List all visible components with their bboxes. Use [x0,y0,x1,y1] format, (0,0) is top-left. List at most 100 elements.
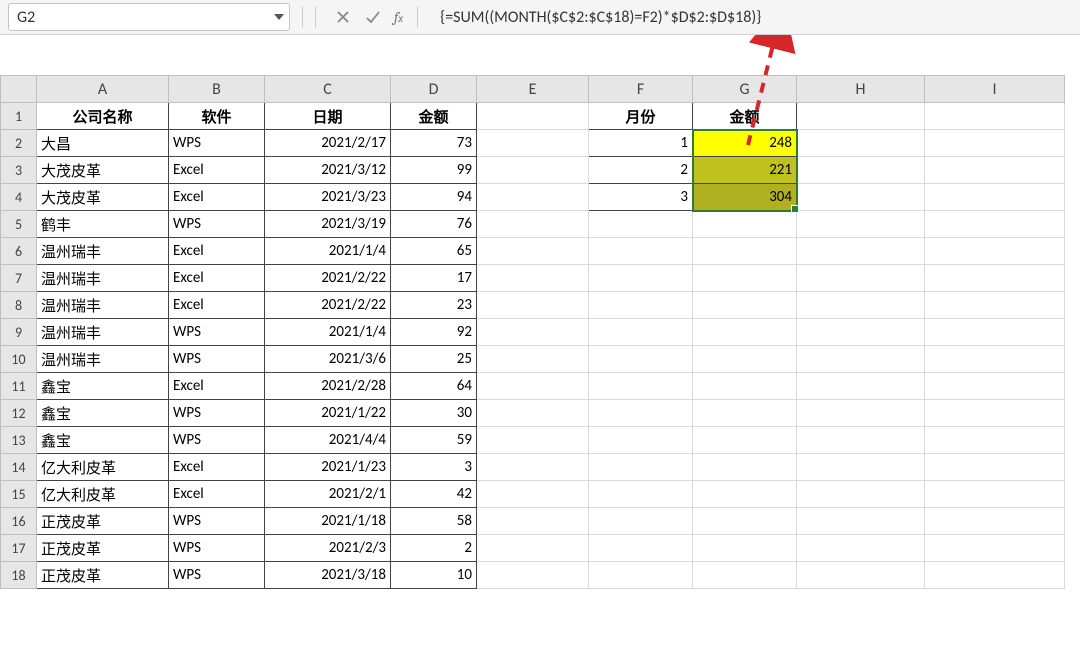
cell-amount[interactable]: 94 [391,184,477,211]
header-amount[interactable]: 金额 [391,103,477,130]
empty-cell[interactable] [477,103,589,130]
cell-software[interactable]: Excel [169,184,265,211]
header-software[interactable]: 软件 [169,103,265,130]
name-box[interactable] [9,4,269,30]
row-header[interactable]: 15 [1,481,37,508]
cell-company[interactable]: 大茂皮革 [37,184,169,211]
cell-amount[interactable]: 99 [391,157,477,184]
cell-company[interactable]: 鹤丰 [37,211,169,238]
empty-cell[interactable] [925,130,1065,157]
cell-amount[interactable]: 17 [391,265,477,292]
cell-company[interactable]: 大茂皮革 [37,157,169,184]
empty-cell[interactable] [477,535,589,562]
cell-date[interactable]: 2021/2/1 [265,481,391,508]
empty-cell[interactable] [477,481,589,508]
col-header-B[interactable]: B [169,76,265,103]
empty-cell[interactable] [693,508,797,535]
cell-software[interactable]: WPS [169,508,265,535]
cell-amount[interactable]: 58 [391,508,477,535]
empty-cell[interactable] [925,103,1065,130]
empty-cell[interactable] [693,292,797,319]
header-date[interactable]: 日期 [265,103,391,130]
empty-cell[interactable] [477,130,589,157]
cell-amount[interactable]: 59 [391,427,477,454]
cell-company[interactable]: 温州瑞丰 [37,319,169,346]
row-header[interactable]: 6 [1,238,37,265]
empty-cell[interactable] [925,508,1065,535]
empty-cell[interactable] [797,535,925,562]
empty-cell[interactable] [477,562,589,589]
row-header[interactable]: 2 [1,130,37,157]
cell-date[interactable]: 2021/2/3 [265,535,391,562]
cell-software[interactable]: WPS [169,319,265,346]
empty-cell[interactable] [589,346,693,373]
cell-software[interactable]: WPS [169,346,265,373]
empty-cell[interactable] [477,211,589,238]
empty-cell[interactable] [797,211,925,238]
empty-cell[interactable] [925,400,1065,427]
empty-cell[interactable] [589,319,693,346]
cell-date[interactable]: 2021/2/22 [265,265,391,292]
cell-company[interactable]: 温州瑞丰 [37,265,169,292]
cell-software[interactable]: WPS [169,562,265,589]
cancel-icon[interactable] [328,4,358,30]
empty-cell[interactable] [693,211,797,238]
col-header-D[interactable]: D [391,76,477,103]
cell-software[interactable]: WPS [169,400,265,427]
cell-amount[interactable]: 73 [391,130,477,157]
empty-cell[interactable] [589,400,693,427]
empty-cell[interactable] [797,319,925,346]
empty-cell[interactable] [797,265,925,292]
cell-software[interactable]: Excel [169,157,265,184]
empty-cell[interactable] [925,319,1065,346]
cell-amount[interactable]: 10 [391,562,477,589]
cell-date[interactable]: 2021/3/19 [265,211,391,238]
empty-cell[interactable] [589,292,693,319]
empty-cell[interactable] [693,427,797,454]
cell-company[interactable]: 正茂皮革 [37,562,169,589]
cell-company[interactable]: 温州瑞丰 [37,346,169,373]
empty-cell[interactable] [797,454,925,481]
empty-cell[interactable] [589,508,693,535]
empty-cell[interactable] [589,427,693,454]
cell-software[interactable]: WPS [169,211,265,238]
cell-date[interactable]: 2021/2/28 [265,373,391,400]
cell-date[interactable]: 2021/3/12 [265,157,391,184]
empty-cell[interactable] [589,562,693,589]
empty-cell[interactable] [925,373,1065,400]
cell-amount[interactable]: 25 [391,346,477,373]
empty-cell[interactable] [797,562,925,589]
cell-company[interactable]: 大昌 [37,130,169,157]
empty-cell[interactable] [477,427,589,454]
cell-amount[interactable]: 23 [391,292,477,319]
empty-cell[interactable] [925,454,1065,481]
col-header-C[interactable]: C [265,76,391,103]
cell-date[interactable]: 2021/3/18 [265,562,391,589]
cell-company[interactable]: 正茂皮革 [37,535,169,562]
cell-company[interactable]: 正茂皮革 [37,508,169,535]
empty-cell[interactable] [797,346,925,373]
cell-amount[interactable]: 2 [391,535,477,562]
empty-cell[interactable] [797,292,925,319]
empty-cell[interactable] [797,184,925,211]
cell-amount[interactable]: 65 [391,238,477,265]
empty-cell[interactable] [797,103,925,130]
cell-date[interactable]: 2021/4/4 [265,427,391,454]
empty-cell[interactable] [925,265,1065,292]
row-header[interactable]: 8 [1,292,37,319]
empty-cell[interactable] [925,346,1065,373]
empty-cell[interactable] [589,211,693,238]
row-header[interactable]: 3 [1,157,37,184]
cell-company[interactable]: 鑫宝 [37,373,169,400]
col-header-A[interactable]: A [37,76,169,103]
row-header[interactable]: 14 [1,454,37,481]
col-header-I[interactable]: I [925,76,1065,103]
empty-cell[interactable] [589,535,693,562]
formula-input[interactable]: {=SUM((MONTH($C$2:$C$18)=F2)*$D$2:$D$18)… [430,4,1072,30]
header-company[interactable]: 公司名称 [37,103,169,130]
row-header[interactable]: 4 [1,184,37,211]
empty-cell[interactable] [925,157,1065,184]
empty-cell[interactable] [477,265,589,292]
cell-software[interactable]: Excel [169,454,265,481]
empty-cell[interactable] [797,400,925,427]
